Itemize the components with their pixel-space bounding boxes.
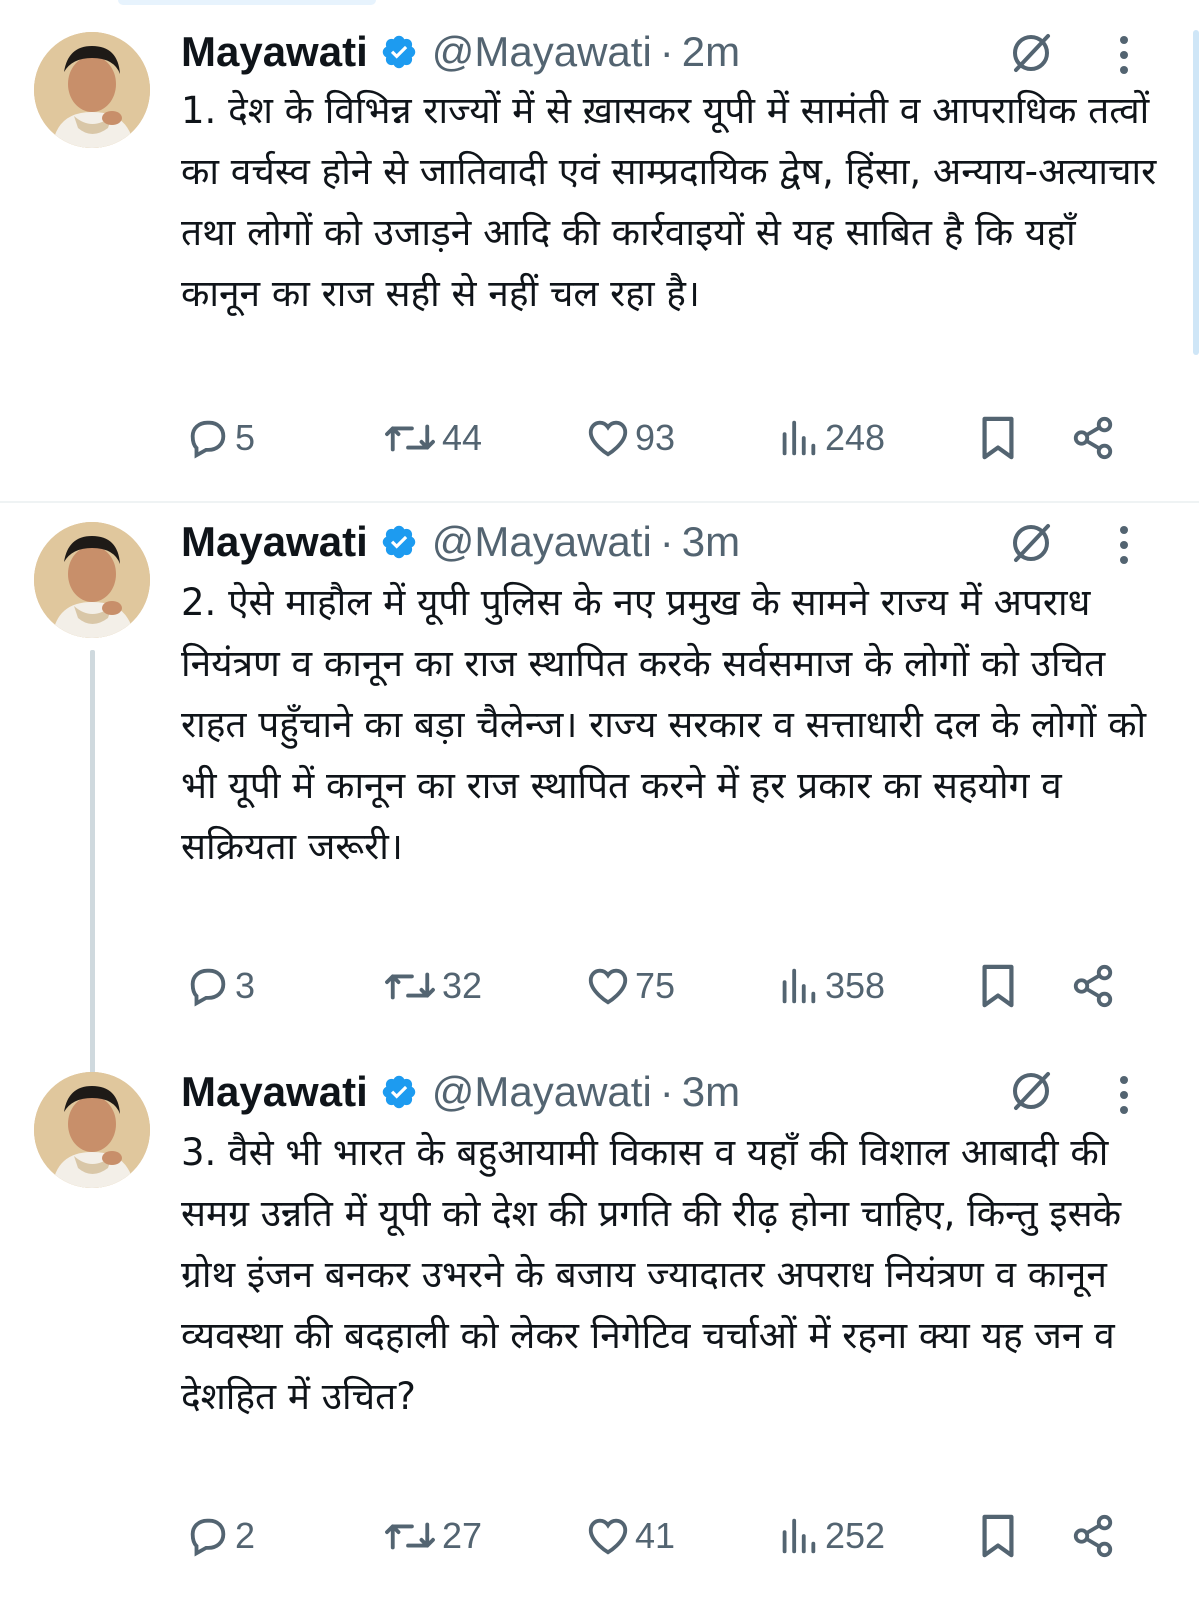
repost-count: 27 [442, 1515, 483, 1556]
like-icon [588, 968, 628, 1005]
reply-count: 2 [235, 1515, 256, 1556]
separator-dot: · [659, 518, 674, 565]
like-button[interactable]: 75 [585, 958, 675, 1014]
bookmark-button[interactable] [975, 410, 1021, 466]
timestamp[interactable]: 3m [682, 518, 740, 566]
separator-dot: · [659, 1068, 674, 1115]
share-icon [1073, 964, 1113, 1008]
author-name[interactable]: Mayawati [181, 28, 368, 76]
reply-icon [190, 420, 226, 459]
more-options-icon[interactable] [1112, 520, 1136, 570]
avatar[interactable] [34, 32, 150, 148]
timestamp[interactable]: 3m [682, 1068, 740, 1116]
bookmark-button[interactable] [975, 1508, 1021, 1564]
reply-button[interactable]: 3 [185, 958, 255, 1014]
share-icon [1073, 416, 1113, 460]
verified-badge-icon[interactable] [380, 523, 418, 561]
views-count: 248 [825, 417, 886, 458]
thread-connector-line [90, 650, 95, 1085]
bookmark-icon [982, 964, 1014, 1008]
tweet-text: 1. देश के विभिन्न राज्यों में से ख़ासकर … [181, 89, 1157, 315]
views-button[interactable]: 248 [775, 410, 885, 466]
tweet-text: 2. ऐसे माहौल में यूपी पुलिस के नए प्रमुख… [181, 581, 1147, 868]
top-edge-highlight [118, 0, 376, 5]
reply-button[interactable]: 2 [185, 1508, 255, 1564]
tweet-header: Mayawati @Mayawati · 3m [181, 512, 740, 572]
author-name[interactable]: Mayawati [181, 1068, 368, 1116]
share-button[interactable] [1070, 958, 1116, 1014]
verified-badge-icon[interactable] [380, 1073, 418, 1111]
repost-icon [385, 972, 435, 1000]
tweet-actions: 2 27 41 252 [0, 1508, 1199, 1564]
author-handle[interactable]: @Mayawati [432, 1068, 652, 1116]
bookmark-icon [982, 1514, 1014, 1558]
grok-icon[interactable] [1006, 28, 1056, 78]
views-icon [782, 1518, 816, 1554]
avatar[interactable] [34, 1072, 150, 1188]
more-options-icon[interactable] [1112, 1070, 1136, 1120]
like-button[interactable]: 93 [585, 410, 675, 466]
tweet-header: Mayawati @Mayawati · 3m [181, 1062, 740, 1122]
timestamp[interactable]: 2m [682, 28, 740, 76]
reply-count: 5 [235, 417, 256, 458]
like-icon [588, 1518, 628, 1555]
repost-icon [385, 1522, 435, 1550]
like-count: 75 [635, 965, 676, 1006]
views-icon [782, 968, 816, 1004]
grok-icon[interactable] [1006, 1066, 1056, 1116]
repost-count: 44 [442, 417, 483, 458]
tweet-actions: 3 32 75 358 [0, 958, 1199, 1014]
like-button[interactable]: 41 [585, 1508, 675, 1564]
author-handle[interactable]: @Mayawati [432, 518, 652, 566]
avatar[interactable] [34, 522, 150, 638]
repost-button[interactable]: 27 [382, 1508, 482, 1564]
verified-badge-icon[interactable] [380, 33, 418, 71]
share-icon [1073, 1514, 1113, 1558]
reply-icon [190, 1518, 226, 1557]
tweet-actions: 5 44 93 248 [0, 410, 1199, 466]
views-button[interactable]: 252 [775, 1508, 885, 1564]
repost-button[interactable]: 32 [382, 958, 482, 1014]
repost-button[interactable]: 44 [382, 410, 482, 466]
author-name[interactable]: Mayawati [181, 518, 368, 566]
like-icon [588, 420, 628, 457]
reply-icon [190, 968, 226, 1007]
scroll-indicator[interactable] [1193, 30, 1199, 355]
bookmark-button[interactable] [975, 958, 1021, 1014]
grok-icon[interactable] [1006, 518, 1056, 568]
bookmark-icon [982, 416, 1014, 460]
tweet-header: Mayawati @Mayawati · 2m [181, 22, 740, 82]
share-button[interactable] [1070, 1508, 1116, 1564]
repost-count: 32 [442, 965, 483, 1006]
tweet-text: 3. वैसे भी भारत के बहुआयामी विकास व यहाँ… [181, 1131, 1121, 1418]
author-handle[interactable]: @Mayawati [432, 28, 652, 76]
like-count: 93 [635, 417, 676, 458]
views-icon [782, 420, 816, 456]
more-options-icon[interactable] [1112, 30, 1136, 80]
repost-icon [385, 424, 435, 452]
views-button[interactable]: 358 [775, 958, 885, 1014]
separator-dot: · [659, 28, 674, 75]
reply-count: 3 [235, 965, 256, 1006]
reply-button[interactable]: 5 [185, 410, 255, 466]
views-count: 358 [825, 965, 886, 1006]
views-count: 252 [825, 1515, 886, 1556]
share-button[interactable] [1070, 410, 1116, 466]
tweet-separator [0, 501, 1199, 503]
like-count: 41 [635, 1515, 676, 1556]
